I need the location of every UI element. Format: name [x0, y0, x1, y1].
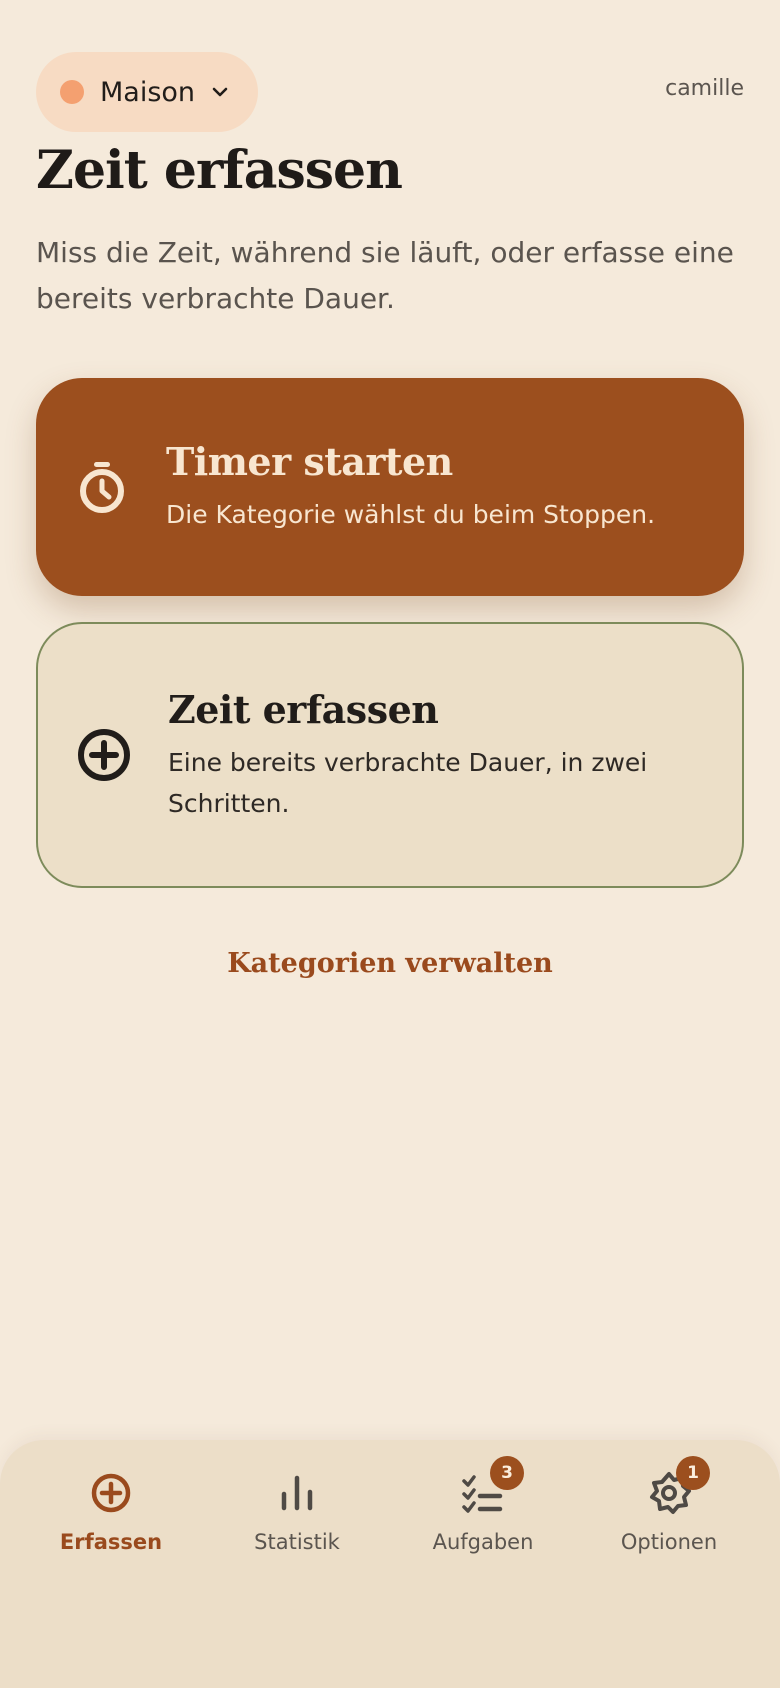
space-selector[interactable]: Maison — [36, 52, 258, 132]
nav-item-optionen[interactable]: 1 Optionen — [576, 1456, 762, 1554]
bar-chart-icon — [281, 1475, 313, 1511]
manage-categories-link[interactable]: Kategorien verwalten — [0, 948, 780, 979]
chevron-down-icon — [212, 87, 228, 97]
manual-entry-card[interactable]: Zeit erfassen Eine bereits verbrachte Da… — [36, 622, 744, 888]
plus-circle-icon — [91, 1473, 131, 1513]
username[interactable]: camille — [665, 76, 744, 101]
start-timer-card[interactable]: Timer starten Die Kategorie wählst du be… — [36, 378, 744, 596]
nav-label-statistik: Statistik — [254, 1530, 340, 1554]
start-timer-title: Timer starten — [166, 439, 453, 484]
manual-entry-title: Zeit erfassen — [168, 686, 439, 732]
start-timer-subtitle: Die Kategorie wählst du beim Stoppen. — [166, 500, 656, 529]
stopwatch-icon — [80, 462, 124, 513]
space-name: Maison — [100, 76, 196, 108]
nav-item-statistik[interactable]: Statistik — [204, 1470, 390, 1554]
space-color-dot — [60, 80, 84, 104]
page-intro: Miss die Zeit, während sie läuft, oder e… — [36, 236, 734, 315]
nav-label-optionen: Optionen — [620, 1530, 718, 1554]
nav-item-aufgaben[interactable]: 3 Aufgaben — [390, 1456, 576, 1554]
tasks-count-badge: 3 — [490, 1456, 524, 1490]
nav-item-erfassen[interactable]: Erfassen — [18, 1470, 204, 1554]
nav-label-erfassen: Erfassen — [59, 1530, 163, 1554]
options-count-badge: 1 — [676, 1456, 710, 1490]
top-bar: Maison camille — [36, 52, 744, 132]
manual-entry-subtitle: Eine bereits verbrachte Dauer, in zwei S… — [168, 747, 648, 818]
plus-circle-icon — [78, 729, 130, 781]
nav-label-aufgaben: Aufgaben — [432, 1530, 534, 1554]
bottom-navigation: Erfassen Statistik 3 Aufgaben 1 Optionen — [0, 1440, 780, 1688]
page-title: Zeit erfassen — [36, 140, 403, 201]
